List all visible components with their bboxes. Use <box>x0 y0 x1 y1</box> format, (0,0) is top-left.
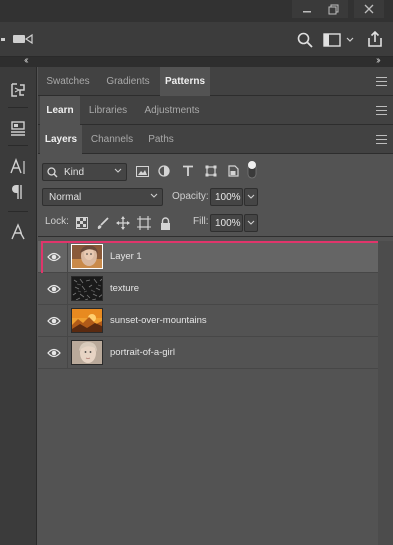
paragraph-icon[interactable] <box>6 181 30 203</box>
tab-learn[interactable]: Learn <box>40 96 80 125</box>
blend-row: Normal Opacity: 100% <box>38 188 393 208</box>
search-icon[interactable] <box>296 31 314 49</box>
chevron-down-icon <box>247 194 255 199</box>
visibility-toggle[interactable] <box>38 273 68 304</box>
dock-separator <box>8 211 28 212</box>
layers-scrollbar[interactable] <box>378 241 393 545</box>
tab-paths[interactable]: Paths <box>142 125 180 154</box>
chevron-down-icon <box>114 166 122 178</box>
close-button[interactable] <box>354 0 384 18</box>
camera-icon[interactable] <box>12 31 34 47</box>
tab-patterns[interactable]: Patterns <box>160 67 210 96</box>
smart-object-filter-icon[interactable] <box>226 164 240 178</box>
left-panel-dock <box>0 67 37 545</box>
lock-all-icon[interactable] <box>158 216 172 230</box>
restore-icon <box>328 4 338 14</box>
layers-panel: Kind Normal Opacity: 100% Lock: Fill: 10… <box>38 154 393 545</box>
layers-list: Layer 1 texture sunset-over-mountains po… <box>38 241 382 369</box>
properties-icon[interactable] <box>6 117 30 139</box>
opacity-input[interactable]: 100% <box>210 188 243 206</box>
lock-transparent-pixels-icon[interactable] <box>75 216 89 230</box>
swatches-panel-tabs: Swatches Gradients Patterns <box>38 67 393 96</box>
visibility-toggle[interactable] <box>38 241 68 272</box>
layer-thumbnail <box>71 340 103 365</box>
layer-row-layer-1[interactable]: Layer 1 <box>38 241 382 275</box>
fill-input[interactable]: 100% <box>210 214 243 232</box>
layer-name[interactable]: Layer 1 <box>110 251 142 262</box>
lock-position-icon[interactable] <box>116 216 130 230</box>
pixel-layer-filter-icon[interactable] <box>135 164 149 178</box>
tab-layers[interactable]: Layers <box>40 125 82 154</box>
layer-thumbnail <box>71 244 103 269</box>
dock-separator <box>8 145 28 146</box>
lock-image-pixels-icon[interactable] <box>95 216 109 230</box>
lock-row: Lock: Fill: 100% <box>38 213 393 235</box>
panel-menu-icon[interactable] <box>376 135 387 144</box>
opacity-label: Opacity: <box>172 191 209 202</box>
panel-column: Swatches Gradients Patterns Learn Librar… <box>38 67 393 545</box>
layer-thumbnail <box>71 276 103 301</box>
filter-kind-select[interactable]: Kind <box>42 163 127 181</box>
workspace-icon[interactable] <box>322 32 342 48</box>
layer-name[interactable]: sunset-over-mountains <box>110 315 207 326</box>
lock-label: Lock: <box>45 216 69 227</box>
tab-adjustments[interactable]: Adjustments <box>136 96 208 125</box>
collapse-panels-icon[interactable]: ›› <box>376 55 380 66</box>
layer-name[interactable]: portrait-of-a-girl <box>110 347 175 358</box>
tab-gradients[interactable]: Gradients <box>98 67 158 96</box>
fill-label: Fill: <box>193 216 209 227</box>
chevron-down-icon <box>150 191 158 203</box>
character-icon[interactable] <box>6 156 30 178</box>
minimize-icon <box>303 11 311 13</box>
layers-panel-tabs: Layers Channels Paths <box>38 125 393 154</box>
visibility-toggle[interactable] <box>38 337 68 368</box>
fill-dropdown-button[interactable] <box>244 214 258 232</box>
shape-layer-filter-icon[interactable] <box>204 164 218 178</box>
tab-channels[interactable]: Channels <box>84 125 140 154</box>
close-icon <box>364 4 374 14</box>
blend-mode-select[interactable]: Normal <box>42 188 163 206</box>
type-layer-filter-icon[interactable] <box>181 164 195 178</box>
dock-separator <box>8 107 28 108</box>
blend-mode-value: Normal <box>49 191 82 203</box>
learn-panel-tabs: Learn Libraries Adjustments <box>38 96 393 125</box>
filter-toggle-switch[interactable] <box>246 159 258 181</box>
window-titlebar <box>0 0 393 22</box>
lock-artboard-icon[interactable] <box>137 216 151 230</box>
options-bar <box>0 22 393 57</box>
layer-row-sunset-over-mountains[interactable]: sunset-over-mountains <box>38 305 378 337</box>
history-icon[interactable] <box>6 79 30 101</box>
share-icon[interactable] <box>366 30 384 48</box>
glyphs-icon[interactable] <box>6 221 30 243</box>
layer-row-portrait-of-a-girl[interactable]: portrait-of-a-girl <box>38 337 378 369</box>
expand-dock-icon[interactable]: ‹‹ <box>24 55 28 66</box>
panel-divider <box>38 236 393 237</box>
eye-icon <box>47 284 61 294</box>
eye-icon <box>47 348 61 358</box>
visibility-toggle[interactable] <box>38 305 68 336</box>
tab-swatches[interactable]: Swatches <box>40 67 96 96</box>
chevron-down-icon[interactable] <box>345 34 355 46</box>
panel-menu-icon[interactable] <box>376 106 387 115</box>
filter-kind-label: Kind <box>64 166 85 178</box>
panel-collapse-strip: ‹‹ ›› <box>0 55 393 67</box>
adjustment-layer-filter-icon[interactable] <box>157 164 171 178</box>
layer-thumbnail <box>71 308 103 333</box>
tool-edge-icon <box>0 32 8 46</box>
eye-icon <box>47 252 61 262</box>
search-icon <box>47 166 58 177</box>
layer-row-texture[interactable]: texture <box>38 273 378 305</box>
tab-libraries[interactable]: Libraries <box>82 96 134 125</box>
layer-name[interactable]: texture <box>110 283 139 294</box>
opacity-dropdown-button[interactable] <box>244 188 258 206</box>
eye-icon <box>47 316 61 326</box>
chevron-down-icon <box>247 220 255 225</box>
restore-button[interactable] <box>318 0 348 18</box>
panel-menu-icon[interactable] <box>376 77 387 86</box>
layer-filter-row: Kind <box>38 154 393 186</box>
